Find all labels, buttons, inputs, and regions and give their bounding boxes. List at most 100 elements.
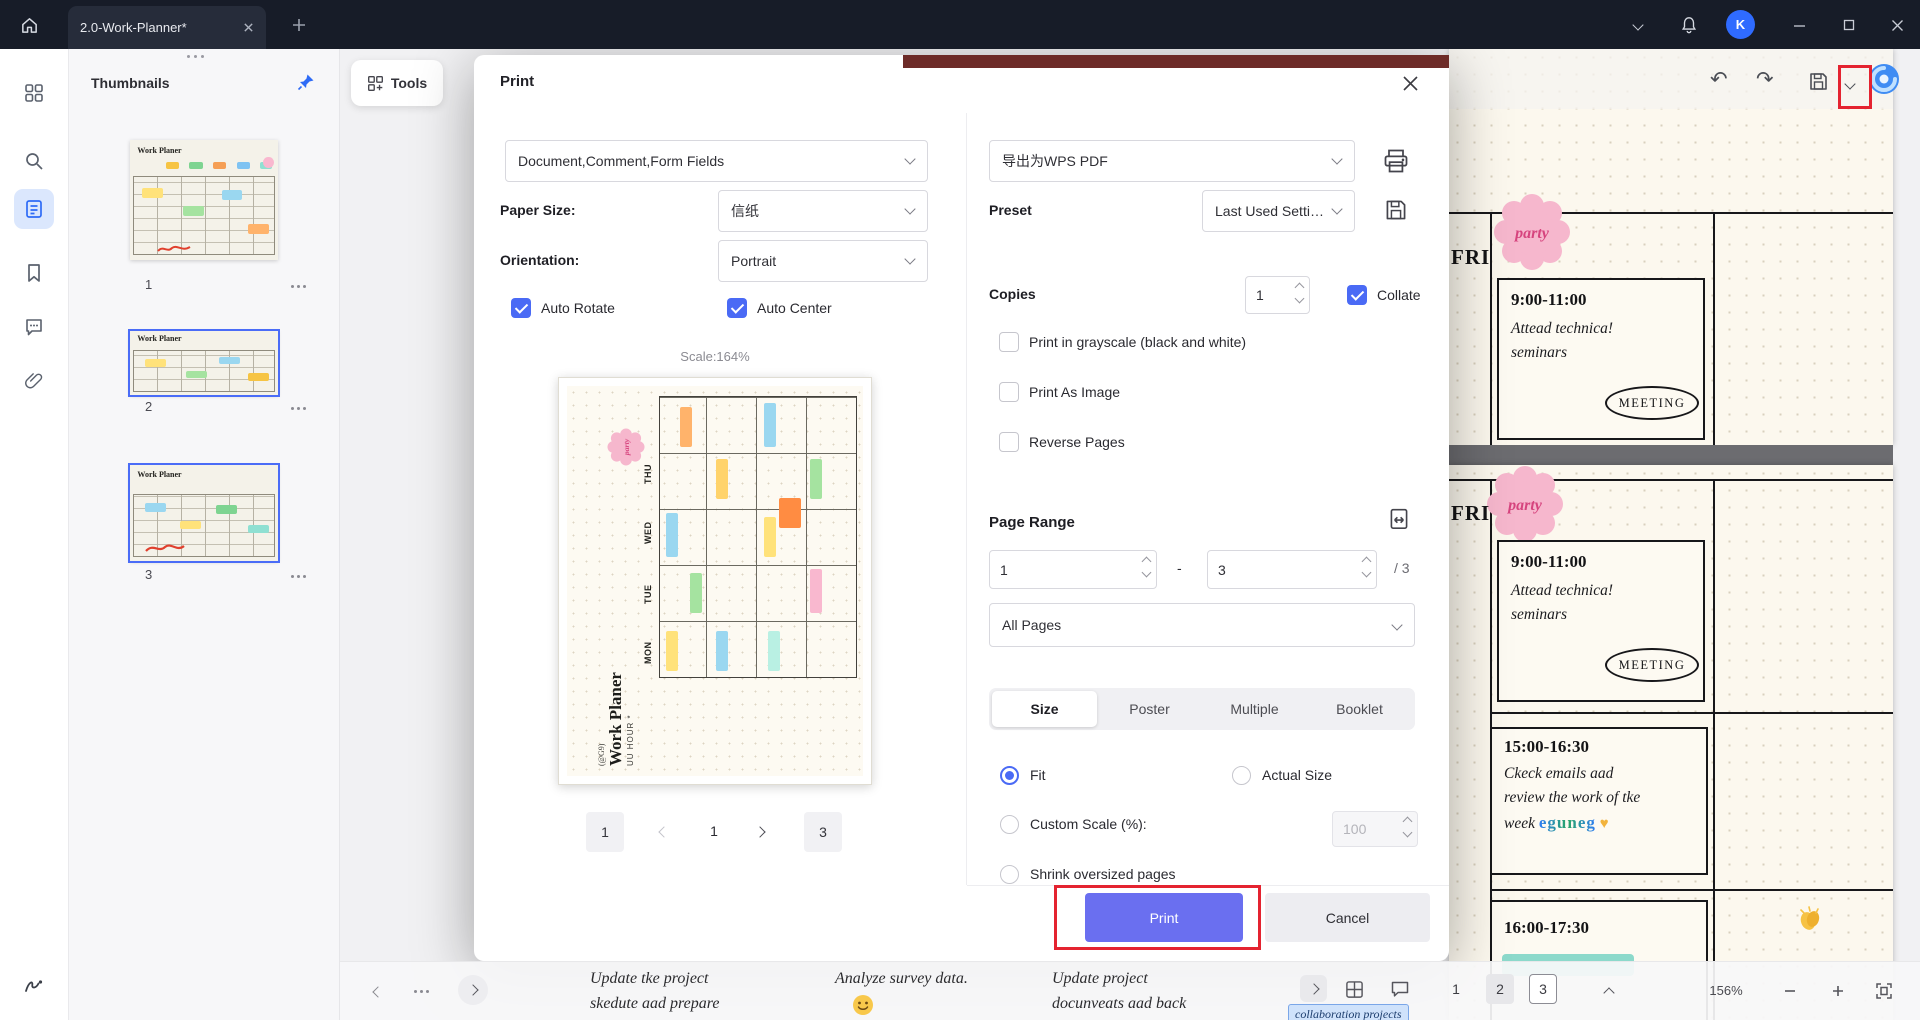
printer-select[interactable]: 导出为WPS PDF [989,140,1355,182]
search-icon [26,153,43,170]
zoom-level[interactable]: 156% [1696,983,1756,998]
thumbnail-menu-button[interactable] [291,575,306,578]
fit-page-button[interactable] [1872,979,1896,1003]
custom-scale-stepper[interactable] [1402,816,1413,838]
custom-scale-radio[interactable] [1000,815,1019,834]
fit-radio[interactable] [1000,766,1019,785]
grayscale-checkbox[interactable] [999,332,1019,352]
planner-cell-highlight [764,517,776,557]
user-avatar[interactable]: K [1726,10,1755,39]
range-from-stepper[interactable] [1141,556,1152,578]
planner-cell-highlight [183,206,204,216]
maximize-button[interactable] [1836,14,1862,36]
collaboration-note: collaboration projects [1288,1004,1409,1020]
save-preset-icon[interactable] [1384,198,1408,222]
undo-button[interactable]: ↶ [1710,65,1728,95]
page-button-2[interactable]: 2 [1486,974,1514,1004]
apps-button[interactable] [14,73,54,113]
thumbnail-menu-button[interactable] [291,285,306,288]
app-assistant-button[interactable] [1868,63,1900,100]
actual-size-radio[interactable] [1232,766,1251,785]
tab-list-button[interactable] [1628,17,1648,33]
range-to-input[interactable] [1208,551,1376,588]
planner-cell-highlight [248,224,270,234]
planner-cell-highlight [215,505,237,514]
signature-button[interactable] [14,965,54,1005]
document-page-1[interactable]: FRI party 9:00-11:00 Attead technica! se… [1449,49,1893,445]
svg-text:party: party [1506,497,1543,514]
meeting-badge: MEETING [1605,386,1699,420]
preset-select[interactable]: Last Used Setting [1202,190,1355,232]
tab-poster[interactable]: Poster [1097,691,1202,727]
page-button-1[interactable]: 1 [1442,974,1470,1004]
orientation-select[interactable]: Portrait [718,240,928,282]
page-thumbnail-3[interactable]: Work Planer [128,463,280,563]
preview-next-button[interactable] [742,814,778,850]
tools-button[interactable]: Tools [351,60,443,106]
print-content-select[interactable]: Document,Comment,Form Fields [505,140,928,182]
redo-button[interactable]: ↷ [1756,65,1774,95]
paper-size-label: Paper Size: [500,202,576,218]
document-page-2[interactable]: party FRI 9:00-11:00 Attead technica! se… [1449,465,1893,1020]
expand-panel-button[interactable] [1300,975,1327,1002]
zoom-in-button[interactable] [1826,979,1850,1003]
bell-icon [1681,17,1697,34]
range-to-stepper[interactable] [1361,556,1372,578]
bookmarks-button[interactable] [14,253,54,293]
copies-stepper[interactable] [1294,282,1305,304]
attachments-button[interactable] [14,361,54,401]
thumbnail-menu-button[interactable] [291,407,306,410]
pin-icon[interactable] [297,73,315,91]
paper-size-select[interactable]: 信纸 [718,190,928,232]
close-window-button[interactable] [1884,14,1910,36]
comment-view-button[interactable] [1388,977,1412,1001]
printer-icon[interactable] [1382,147,1410,175]
annotation-box-save-options [1838,65,1872,109]
chevron-right-icon [1307,982,1320,995]
zoom-out-button[interactable] [1778,979,1802,1003]
search-button[interactable] [14,141,54,181]
panel-drag-handle[interactable] [187,55,204,58]
document-view: FRI party 9:00-11:00 Attead technica! se… [1449,49,1893,1020]
tab-multiple[interactable]: Multiple [1202,691,1307,727]
pages-mode-select[interactable]: All Pages [989,603,1415,647]
document-tab[interactable]: 2.0-Work-Planner* [68,6,266,49]
signature-pen-icon [25,980,43,992]
slot-time: 16:00-17:30 [1504,918,1589,937]
minimize-button[interactable] [1786,14,1812,36]
page-range-icon[interactable] [1386,507,1412,533]
scroll-up-button[interactable] [1598,982,1620,1004]
preview-prev-button[interactable] [646,814,682,850]
tab-close-icon[interactable] [243,22,254,33]
comments-button[interactable] [14,307,54,347]
schedule-slot: 9:00-11:00 Attead technica! seminars MEE… [1497,278,1705,440]
grid-view-button[interactable] [1342,977,1366,1001]
next-page-button[interactable] [458,975,488,1005]
page-thumbnail-2[interactable]: Work Planer [128,329,280,397]
range-from-input[interactable] [990,551,1156,588]
save-button[interactable] [1808,71,1829,97]
home-button[interactable] [16,12,42,38]
new-tab-button[interactable] [288,14,310,36]
thumbnails-panel-button[interactable] [14,189,54,229]
auto-center-checkbox[interactable] [727,298,747,318]
preview-last-page-button[interactable]: 3 [804,812,842,852]
print-as-image-checkbox[interactable] [999,382,1019,402]
shrink-pages-radio[interactable] [1000,865,1019,884]
preview-first-page-button[interactable]: 1 [586,812,624,852]
page-button-3[interactable]: 3 [1529,974,1557,1004]
planner-cell-highlight [236,161,250,169]
prev-page-button[interactable] [366,980,390,1004]
cancel-button[interactable]: Cancel [1265,893,1430,942]
auto-rotate-checkbox[interactable] [511,298,531,318]
reverse-pages-checkbox[interactable] [999,432,1019,452]
notifications-button[interactable] [1676,12,1702,38]
tab-booklet[interactable]: Booklet [1307,691,1412,727]
collate-checkbox[interactable] [1347,285,1367,305]
svg-text:party: party [622,438,631,456]
page-thumbnail-1[interactable]: Work Planer [130,140,278,260]
tab-size[interactable]: Size [992,691,1097,727]
more-pages-button[interactable] [414,990,429,993]
print-content-value: Document,Comment,Form Fields [518,153,725,169]
dialog-close-icon[interactable] [1402,75,1419,92]
